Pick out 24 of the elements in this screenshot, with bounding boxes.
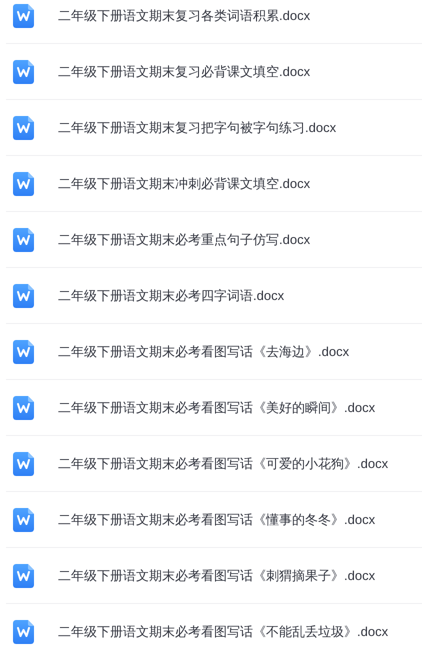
word-document-icon [13, 452, 34, 476]
word-document-icon [13, 4, 34, 28]
file-name[interactable]: 二年级下册语文期末必考四字词语.docx [58, 286, 284, 304]
word-document-icon [13, 284, 34, 308]
file-name[interactable]: 二年级下册语文期末必考看图写话《去海边》.docx [58, 342, 350, 360]
file-name[interactable]: 二年级下册语文期末必考看图写话《不能乱丢垃圾》.docx [58, 622, 388, 640]
word-document-icon [13, 620, 34, 644]
file-name[interactable]: 二年级下册语文期末复习必背课文填空.docx [58, 62, 310, 80]
file-name[interactable]: 二年级下册语文期末必考看图写话《可爱的小花狗》.docx [58, 454, 388, 472]
file-name[interactable]: 二年级下册语文期末复习把字句被字句练习.docx [58, 118, 336, 136]
word-document-icon [13, 228, 34, 252]
file-name[interactable]: 二年级下册语文期末必考看图写话《懂事的冬冬》.docx [58, 510, 376, 528]
file-name[interactable]: 二年级下册语文期末冲刺必背课文填空.docx [58, 174, 310, 192]
word-document-icon [13, 60, 34, 84]
word-document-icon [13, 564, 34, 588]
file-name[interactable]: 二年级下册语文期末复习各类词语积累.docx [58, 6, 310, 24]
file-name[interactable]: 二年级下册语文期末必考看图写话《美好的瞬间》.docx [58, 398, 376, 416]
word-document-icon [13, 172, 34, 196]
word-document-icon [13, 396, 34, 420]
file-name[interactable]: 二年级下册语文期末必考重点句子仿写.docx [58, 230, 310, 248]
word-document-icon [13, 116, 34, 140]
word-document-icon [13, 508, 34, 532]
file-name[interactable]: 二年级下册语文期末必考看图写话《刺猬摘果子》.docx [58, 566, 376, 584]
word-document-icon [13, 340, 34, 364]
